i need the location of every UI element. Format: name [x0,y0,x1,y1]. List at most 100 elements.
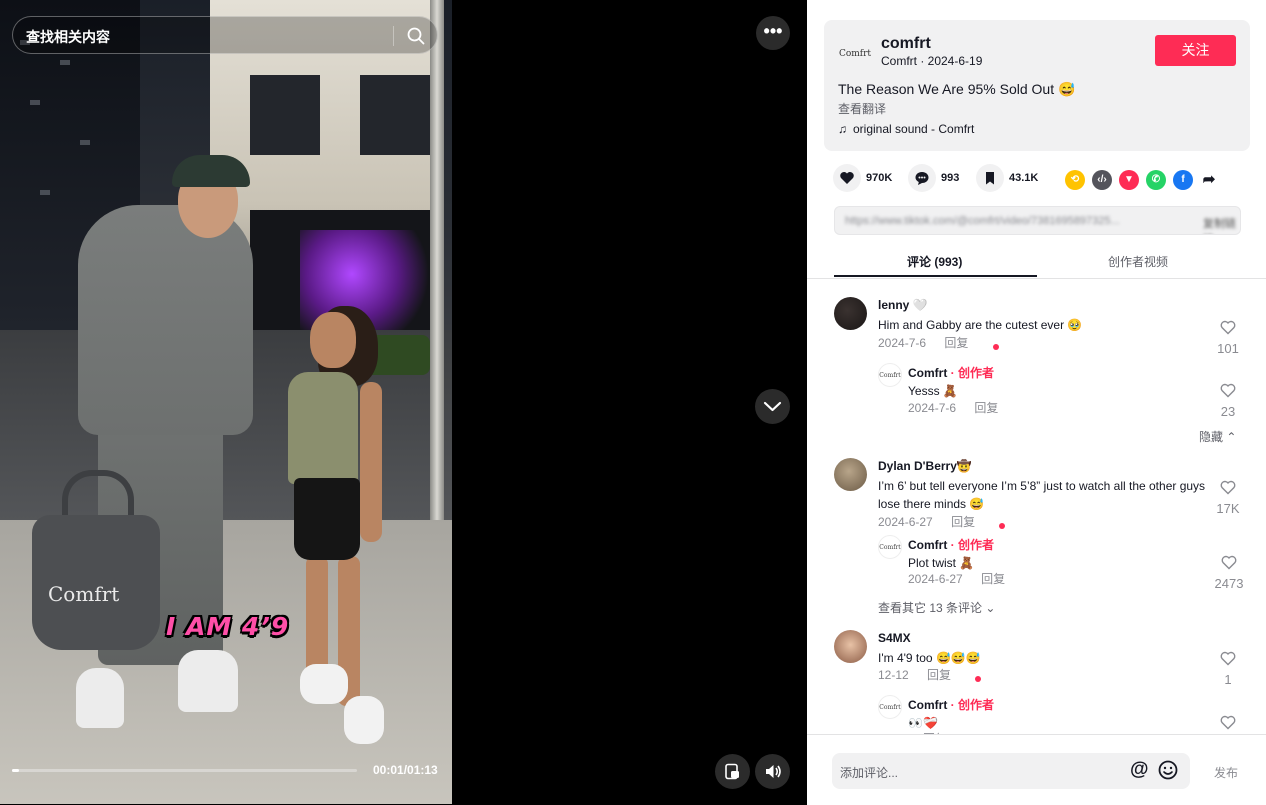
man-shoe [76,668,124,728]
avatar[interactable]: Comfrt [878,363,902,387]
woman-shoe [300,664,348,704]
comment-like[interactable] [1213,715,1243,734]
search-icon[interactable] [405,25,427,47]
sound-link[interactable]: ♫ original sound - Comfrt [838,122,974,136]
progress-bar[interactable] [12,769,357,772]
man-hoodie [78,205,253,435]
comment-date: 2024-7-6 [878,336,927,350]
comment-like[interactable]: 17K [1213,480,1243,516]
picture-in-picture-button[interactable] [715,754,750,789]
comment-username[interactable]: Comfrt · 创作者 [908,696,994,713]
emoji-icon[interactable] [1157,759,1179,786]
author-meta: Comfrt · 2024-6-19 [881,54,983,68]
reply-button[interactable]: 回复 [981,572,1005,586]
woman-top [288,372,358,484]
copy-link-button[interactable]: 复制链接 [1203,215,1240,234]
share-link-url: https://www.tiktok.com/@comfrt/video/738… [845,215,1120,227]
heart-icon [840,172,854,184]
comment-like-count: 2473 [1214,576,1244,591]
volume-icon [766,765,781,778]
avatar[interactable] [834,630,867,663]
share-link-box[interactable]: https://www.tiktok.com/@comfrt/video/738… [834,206,1241,235]
like-count: 970K [866,172,893,184]
avatar[interactable]: Comfrt [878,535,902,559]
sound-title: original sound - Comfrt [853,122,975,136]
avatar[interactable] [834,458,867,491]
search-input[interactable]: 查找相关内容 [12,16,438,54]
comment-input[interactable]: 添加评论... @ [832,753,1190,789]
creator-tag: · 创作者 [947,366,994,380]
facebook-icon[interactable]: f [1173,170,1193,190]
comment-username[interactable]: Dylan D'Berry🤠 [878,459,972,473]
pip-icon [725,763,739,780]
share-arrow-icon[interactable]: ➦ [1199,170,1219,190]
progress-fill [12,769,19,772]
view-more-replies-button[interactable]: 查看其它 13 条评论 ⌄ [878,599,995,616]
comment-list[interactable]: lenny 🤍 Him and Gabby are the cutest eve… [807,279,1266,734]
post-comment-button[interactable]: 发布 [1214,764,1238,781]
comment-date: 2024-6-27 [908,572,963,586]
comment-username[interactable]: lenny 🤍 [878,298,928,312]
comment-username[interactable]: S4MX [878,631,911,645]
comment-text: Yesss 🧸 [908,384,958,398]
comment-like[interactable]: 2473 [1212,555,1246,591]
woman-arm [360,382,382,542]
video-caption-overlay: I AM 4’9 [166,612,290,641]
avatar[interactable] [834,297,867,330]
comment-text: I'm 4'9 too 😅😅😅 [878,651,981,665]
video-player[interactable]: Comfrt I AM 4’9 00:01/01:13 查找相关内容 ••• [0,0,807,804]
comment-username[interactable]: Comfrt · 创作者 [908,364,994,381]
time-display: 00:01/01:13 [373,763,438,777]
volume-button[interactable] [755,754,790,789]
post-info-card: Comfrt comfrt Comfrt · 2024-6-19 关注 The … [824,20,1250,151]
creator-tag: · 创作者 [947,538,994,552]
comment-meta: 2024-6-27 回复 [878,513,1020,530]
bookmark-icon [986,172,994,185]
comment-like[interactable]: 1 [1213,651,1243,687]
more-options-button[interactable]: ••• [756,16,790,50]
comment-like[interactable]: 23 [1213,383,1243,419]
follow-button[interactable]: 关注 [1155,35,1236,66]
comment-like-count: 1 [1224,672,1232,687]
man-shoe [178,650,238,712]
embed-icon[interactable]: ‹/› [1092,170,1112,190]
search-placeholder: 查找相关内容 [26,29,110,45]
comment-meta: 2024-6-27 回复 [908,570,1020,587]
heart-outline-icon [1220,480,1236,495]
reply-button[interactable]: 回复 [974,401,998,415]
comment-text: Him and Gabby are the cutest ever 🥹 [878,318,1083,332]
chevron-down-icon: ⌄ [985,601,996,615]
repost-icon[interactable]: ⟲ [1065,170,1085,190]
comment-text: I’m 6’ but tell everyone I’m 5’8” just t… [878,479,1206,511]
author-name[interactable]: comfrt [881,35,931,53]
author-avatar[interactable]: Comfrt [838,37,872,71]
woman-shorts [294,478,360,560]
comment-like-count: 23 [1220,404,1236,419]
comment-input-placeholder: 添加评论... [840,766,899,780]
avatar[interactable]: Comfrt [878,695,902,719]
heart-outline-icon [1220,715,1236,730]
tab-comments[interactable]: 评论 (993) [907,253,962,270]
comment-date: 2024-7-6 [908,401,957,415]
hide-replies-button[interactable]: 隐藏 ⌃ [1199,428,1236,445]
reply-button[interactable]: 回复 [951,515,975,529]
translate-link[interactable]: 查看翻译 [838,100,886,117]
tab-bar: 评论 (993) 创作者视频 [807,244,1266,279]
reply-button[interactable]: 回复 [944,336,968,350]
reply-button[interactable]: 回复 [927,668,951,682]
whatsapp-icon[interactable]: ✆ [1146,170,1166,190]
chevron-down-icon [763,401,782,412]
comment-icon [915,172,929,185]
comment-like[interactable]: 101 [1213,320,1243,356]
video-frame[interactable]: Comfrt I AM 4’9 00:01/01:13 [0,0,452,804]
save-count: 43.1K [1009,172,1039,184]
comment-meta: 2024-7-6 回复 [908,399,1013,416]
comment-username[interactable]: Comfrt · 创作者 [908,536,994,553]
comment-date: 12-12 [878,668,909,682]
next-video-button[interactable] [755,389,790,424]
heart-outline-icon [1220,383,1236,398]
action-bar: 970K 993 43.1K ⟲ ‹/› ▼ ✆ f ➦ [833,164,1253,194]
tab-creator-videos[interactable]: 创作者视频 [1108,253,1168,270]
send-icon[interactable]: ▼ [1119,170,1139,190]
mention-icon[interactable]: @ [1130,759,1149,781]
